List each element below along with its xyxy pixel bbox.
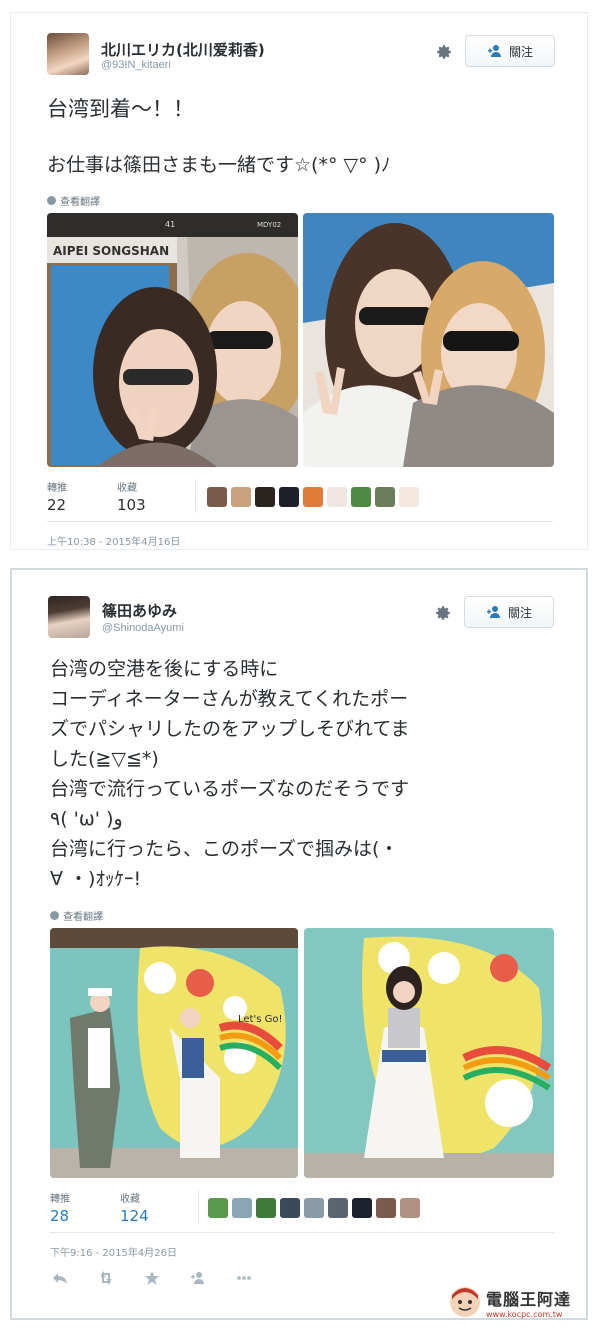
translate-label: 查看翻譯 xyxy=(60,197,100,208)
follow-label: 關注 xyxy=(508,44,533,59)
tweet-text-line: 台湾の空港を後にする時に xyxy=(50,658,279,680)
favoriter-avatar[interactable] xyxy=(279,487,299,507)
translate-link[interactable]: 查看翻譯 xyxy=(47,193,100,208)
favorite-stat[interactable]: 收藏 103 xyxy=(117,479,187,514)
add-user-icon xyxy=(486,606,500,618)
favoriter-avatar[interactable] xyxy=(304,1198,324,1218)
site-watermark: 電腦王阿達 www.kocpc.com.tw xyxy=(448,1280,588,1324)
tweet-text-line: した(≧▽≦*) xyxy=(50,748,159,770)
favoriter-avatar[interactable] xyxy=(376,1198,396,1218)
tweet-text-line: ∀ ・)ｵｯｹｰ! xyxy=(50,868,142,890)
tweet-text-line: コーディネーターさんが教えてくれたポー xyxy=(50,688,409,710)
stats-divider xyxy=(195,479,196,513)
tweet-stats: 轉推 22 收藏 103 xyxy=(47,479,187,514)
retweets-label: 轉推 xyxy=(47,483,67,494)
tweet-timestamp[interactable]: 下午9:16 - 2015年4月26日 xyxy=(50,1244,177,1259)
favoriter-avatar[interactable] xyxy=(375,487,395,507)
user-handle[interactable]: @ShinodaAyumi xyxy=(102,622,184,634)
user-handle[interactable]: @93IN_kitaeri xyxy=(101,59,171,71)
follow-label: 關注 xyxy=(507,605,532,620)
selfie-photo xyxy=(303,213,554,467)
retweets-count: 28 xyxy=(50,1207,70,1225)
tweet-photo-4[interactable] xyxy=(304,928,554,1178)
tweet-stats: 轉推 28 收藏 124 xyxy=(50,1190,190,1225)
divider xyxy=(47,521,553,522)
tweet-photo-3[interactable]: Let's Go! xyxy=(50,928,298,1178)
favoriters-avatars xyxy=(207,487,419,507)
favoriter-avatar[interactable] xyxy=(207,487,227,507)
retweet-stat[interactable]: 轉推 28 xyxy=(50,1190,120,1225)
favorites-count: 103 xyxy=(117,496,146,514)
tweet-actions xyxy=(52,1270,252,1286)
favoriter-avatar[interactable] xyxy=(352,1198,372,1218)
follow-button[interactable]: 關注 xyxy=(464,596,554,628)
retweets-label: 轉推 xyxy=(50,1194,70,1205)
tweet-text-line: ٩( 'ω' )و xyxy=(50,808,123,830)
favoriter-avatar[interactable] xyxy=(399,487,419,507)
favorites-count: 124 xyxy=(120,1207,149,1225)
favorites-label: 收藏 xyxy=(117,483,137,494)
divider xyxy=(50,1232,554,1233)
favoriter-avatar[interactable] xyxy=(256,1198,276,1218)
retweets-count: 22 xyxy=(47,496,67,514)
favorite-stat[interactable]: 收藏 124 xyxy=(120,1190,190,1225)
favorite-star-icon[interactable] xyxy=(144,1270,160,1286)
display-name[interactable]: 篠田あゆみ xyxy=(102,600,177,621)
map-wall-photo xyxy=(304,928,554,1178)
photo-sign: Let's Go! xyxy=(238,1014,282,1025)
tweet-text-line: 台湾に行ったら、このポーズで掴みは(・ xyxy=(50,838,399,860)
photo-sign-code: MDY02 xyxy=(257,221,281,229)
retweet-icon[interactable] xyxy=(98,1270,114,1286)
tweet-photo-2[interactable] xyxy=(303,213,554,467)
watermark-title: 電腦王阿達 xyxy=(486,1289,572,1309)
gear-icon[interactable] xyxy=(435,43,453,61)
globe-icon xyxy=(50,911,59,920)
tweet-text-line: 台湾で流行っているポーズなのだそうです xyxy=(50,778,410,800)
translate-link[interactable]: 查看翻譯 xyxy=(50,908,103,923)
display-name[interactable]: 北川エリカ(北川爱莉香) xyxy=(101,39,265,60)
tweet-text-line-2: お仕事は篠田さまも一緒です☆(*° ▽° )ﾉ xyxy=(47,154,391,176)
gear-icon[interactable] xyxy=(434,604,452,622)
stats-divider xyxy=(198,1190,199,1224)
more-dots-icon[interactable] xyxy=(236,1270,252,1286)
tweet-text-line-1: 台湾到着〜！！ xyxy=(47,97,194,121)
favoriter-avatar[interactable] xyxy=(208,1198,228,1218)
tweet-text: 台湾の空港を後にする時に コーディネーターさんが教えてくれたポー ズでパシャリし… xyxy=(50,654,570,894)
photo-sign-number: 41 xyxy=(165,220,175,229)
avatar[interactable] xyxy=(48,596,90,638)
favoriters-avatars xyxy=(208,1198,420,1218)
reply-icon[interactable] xyxy=(52,1270,68,1286)
retweet-stat[interactable]: 轉推 22 xyxy=(47,479,117,514)
favoriter-avatar[interactable] xyxy=(400,1198,420,1218)
follow-button[interactable]: 關注 xyxy=(465,35,555,67)
tweet-timestamp[interactable]: 上午10:38 - 2015年4月16日 xyxy=(47,533,180,548)
translate-label: 查看翻譯 xyxy=(63,912,103,923)
favoriter-avatar[interactable] xyxy=(232,1198,252,1218)
watermark-url: www.kocpc.com.tw xyxy=(486,1309,563,1319)
tweet-text-line: ズでパシャリしたのをアップしそびれてま xyxy=(50,718,410,740)
favoriter-avatar[interactable] xyxy=(327,487,347,507)
tweet-photo-1[interactable]: 41 MDY02 AIPEI SONGSHAN xyxy=(47,213,298,467)
favoriter-avatar[interactable] xyxy=(231,487,251,507)
favorites-label: 收藏 xyxy=(120,1194,140,1205)
photo-sign-airport: AIPEI SONGSHAN xyxy=(53,244,169,258)
tweet-card-1: 北川エリカ(北川爱莉香) @93IN_kitaeri 關注 台湾到着〜！！ お仕… xyxy=(10,12,588,550)
add-user-icon xyxy=(487,45,501,57)
avatar[interactable] xyxy=(47,33,89,75)
favoriter-avatar[interactable] xyxy=(303,487,323,507)
favoriter-avatar[interactable] xyxy=(280,1198,300,1218)
favoriter-avatar[interactable] xyxy=(328,1198,348,1218)
globe-icon xyxy=(47,196,56,205)
follow-user-icon[interactable] xyxy=(190,1270,206,1286)
selfie-photo: 41 MDY02 AIPEI SONGSHAN xyxy=(47,213,298,467)
favoriter-avatar[interactable] xyxy=(351,487,371,507)
map-wall-photo: Let's Go! xyxy=(50,928,298,1178)
tweet-card-2: 篠田あゆみ @ShinodaAyumi 關注 台湾の空港を後にする時に コーディ… xyxy=(10,568,588,1320)
favoriter-avatar[interactable] xyxy=(255,487,275,507)
mascot-logo xyxy=(450,1287,480,1317)
